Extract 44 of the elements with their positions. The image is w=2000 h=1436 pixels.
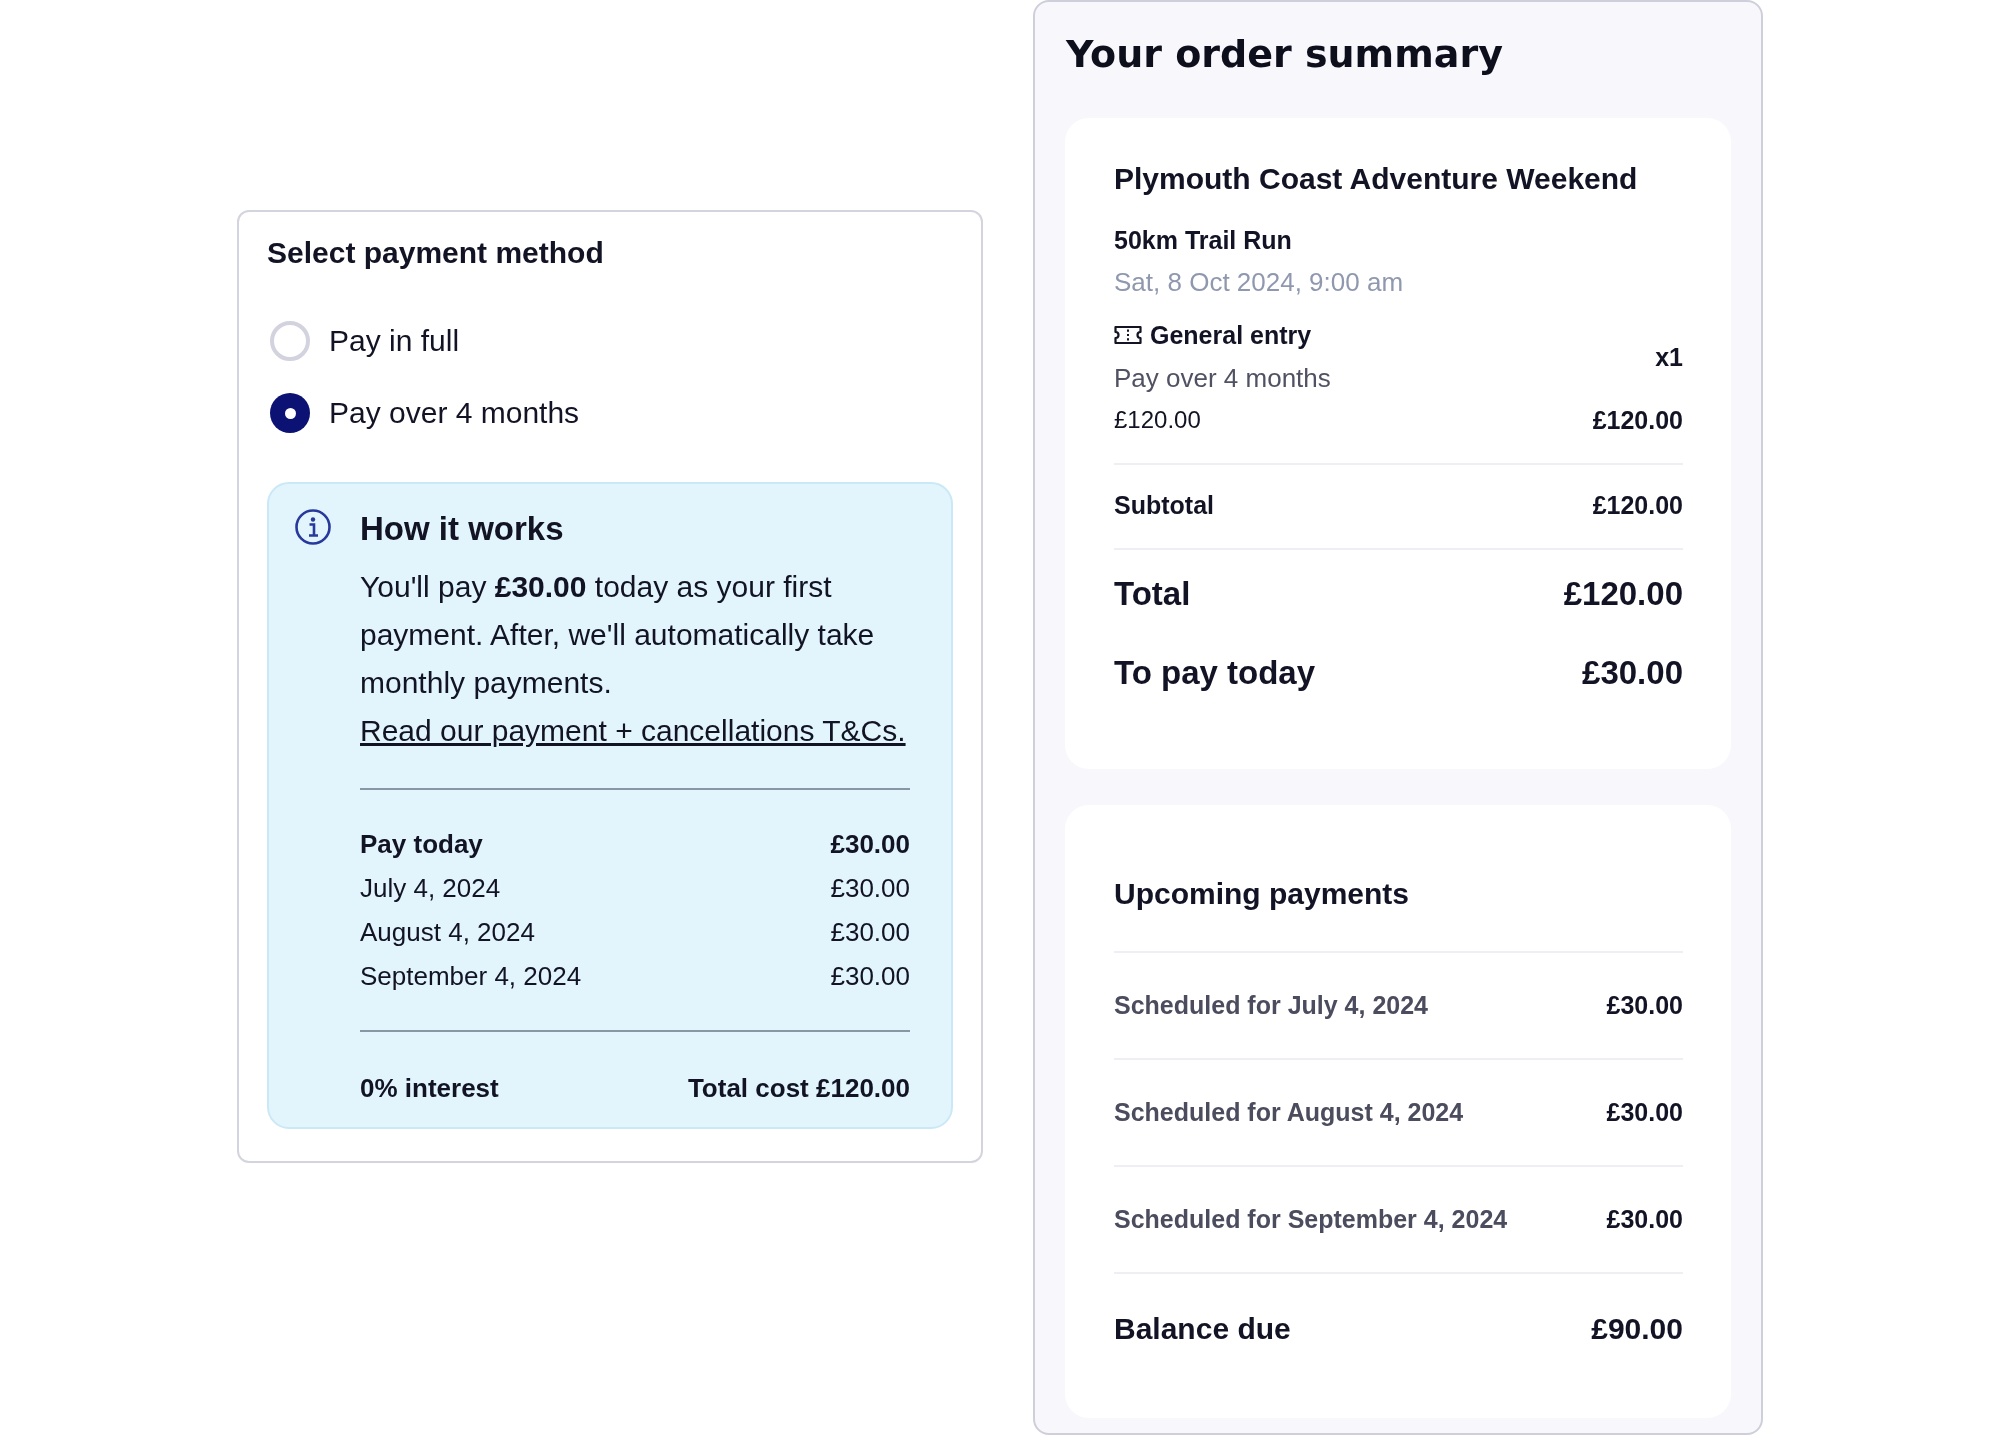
scheduled-payment-label: Scheduled for July 4, 2024: [1114, 991, 1428, 1020]
unit-price: £120.00: [1114, 405, 1201, 435]
terms-link[interactable]: Read our payment + cancellations T&Cs.: [360, 714, 906, 747]
info-title: How it works: [360, 509, 565, 549]
line-total: £120.00: [1592, 405, 1683, 436]
scheduled-payment-label: Scheduled for August 4, 2024: [1114, 1098, 1464, 1127]
section-title: Select payment method: [267, 235, 605, 271]
radio-button[interactable]: [270, 321, 310, 361]
schedule-date: July 4, 2024: [360, 872, 501, 905]
info-icon: [295, 509, 331, 545]
info-text: You'll pay £30.00 today as your first payment. After, we'll automatically take monthly payments. Read our payment + cancellations T&Cs.: [360, 569, 907, 749]
schedule-amount: £30.00: [830, 828, 910, 861]
schedule-amount: £30.00: [830, 916, 910, 949]
subtotal-amount: £120.00: [1592, 490, 1683, 521]
option-label[interactable]: Pay over 4 months: [329, 389, 580, 437]
scheduled-payment-amount: £30.00: [1606, 1098, 1683, 1127]
total-cost: Total cost £120.00: [687, 1072, 910, 1105]
total-label: To pay today: [1114, 653, 1316, 693]
total-amount: £120.00: [1563, 574, 1683, 614]
ticket-icon: [1114, 325, 1142, 345]
scheduled-payment-amount: £30.00: [1606, 991, 1683, 1020]
total-label: Total: [1114, 574, 1191, 614]
schedule-date: August 4, 2024: [360, 916, 535, 949]
scheduled-payment-label: Scheduled for September 4, 2024: [1114, 1205, 1508, 1234]
payment-plan: Pay over 4 months: [1114, 362, 1331, 395]
ticket-name: General entry: [1150, 320, 1312, 351]
payments-title: Upcoming payments: [1114, 876, 1411, 912]
event-date: Sat, 8 Oct 2024, 9:00 am: [1114, 266, 1405, 299]
interest-label: 0% interest: [360, 1072, 499, 1105]
scheduled-payment-amount: £30.00: [1606, 1205, 1683, 1234]
balance-amount: £90.00: [1591, 1311, 1683, 1347]
schedule-amount: £30.00: [830, 960, 910, 993]
balance-label: Balance due: [1114, 1311, 1291, 1347]
session-name: 50km Trail Run: [1114, 225, 1293, 256]
schedule-amount: £30.00: [830, 872, 910, 905]
schedule-date: Pay today: [360, 828, 483, 861]
event-name: Plymouth Coast Adventure Weekend: [1114, 161, 1639, 197]
quantity: x1: [1655, 341, 1683, 373]
option-label[interactable]: Pay in full: [329, 317, 460, 365]
subtotal-label: Subtotal: [1114, 490, 1214, 521]
schedule-date: September 4, 2024: [360, 960, 582, 993]
total-amount: £30.00: [1582, 653, 1683, 693]
radio-button[interactable]: [270, 393, 310, 433]
summary-title: Your order summary: [1066, 31, 1504, 77]
